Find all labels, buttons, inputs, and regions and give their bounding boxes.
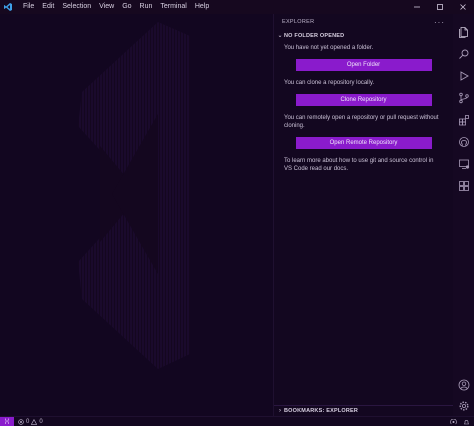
maximize-button[interactable] bbox=[428, 0, 451, 14]
section-no-folder[interactable]: ⌄ NO FOLDER OPENED bbox=[274, 30, 453, 41]
run-debug-icon[interactable] bbox=[456, 68, 471, 83]
error-icon bbox=[18, 418, 24, 425]
account-icon[interactable] bbox=[456, 377, 471, 392]
section-bookmarks[interactable]: › BOOKMARKS: EXPLORER bbox=[274, 405, 454, 416]
menu-file[interactable]: File bbox=[19, 0, 38, 14]
error-count: 0 bbox=[26, 418, 30, 425]
vscode-logo-icon bbox=[1, 0, 15, 14]
bookmarks-title: BOOKMARKS: EXPLORER bbox=[284, 408, 359, 414]
more-actions-icon[interactable]: ··· bbox=[434, 18, 445, 27]
grid-extensions-icon[interactable] bbox=[456, 178, 471, 193]
explorer-sidebar: EXPLORER ··· ⌄ NO FOLDER OPENED You have… bbox=[273, 14, 454, 416]
chevron-right-icon: › bbox=[279, 408, 281, 414]
notifications-icon[interactable] bbox=[463, 419, 470, 426]
vscode-watermark-icon bbox=[78, 22, 190, 369]
editor-area[interactable] bbox=[0, 14, 273, 416]
remote-explorer-icon[interactable] bbox=[456, 156, 471, 171]
warning-count: 0 bbox=[39, 418, 43, 425]
clone-repository-button[interactable]: Clone Repository bbox=[295, 94, 432, 106]
menu-bar: File Edit Selection View Go Run Terminal… bbox=[19, 0, 213, 14]
minimize-button[interactable] bbox=[405, 0, 428, 14]
explorer-icon[interactable] bbox=[456, 24, 471, 39]
close-button[interactable] bbox=[451, 0, 474, 14]
broadcast-icon[interactable] bbox=[450, 418, 457, 426]
search-icon[interactable] bbox=[456, 46, 471, 61]
source-control-icon[interactable] bbox=[456, 90, 471, 105]
activity-bar bbox=[453, 14, 474, 416]
no-folder-text: You have not yet opened a folder. bbox=[284, 45, 374, 51]
section-title: NO FOLDER OPENED bbox=[284, 32, 345, 39]
remote-icon: ⟩⟨ bbox=[4, 419, 10, 425]
remote-text: You can remotely open a repository or pu… bbox=[284, 115, 439, 129]
status-bar: ⟩⟨ 0 0 bbox=[0, 416, 474, 426]
open-folder-button[interactable]: Open Folder bbox=[295, 59, 432, 71]
extensions-icon[interactable] bbox=[456, 112, 471, 127]
maximize-icon bbox=[436, 4, 443, 10]
chevron-down-icon: ⌄ bbox=[277, 33, 283, 39]
menu-go[interactable]: Go bbox=[118, 0, 135, 14]
remote-indicator-button[interactable]: ⟩⟨ bbox=[0, 416, 14, 426]
menu-selection[interactable]: Selection bbox=[58, 0, 95, 14]
menu-terminal[interactable]: Terminal bbox=[156, 0, 190, 14]
menu-help[interactable]: Help bbox=[191, 0, 213, 14]
docs-text: To learn more about how to use git and s… bbox=[284, 158, 434, 172]
problems-status[interactable]: 0 0 bbox=[18, 418, 43, 425]
welcome-view: You have not yet opened a folder. Open F… bbox=[274, 44, 453, 173]
sidebar-header: EXPLORER ··· bbox=[274, 14, 453, 30]
clone-text: You can clone a repository locally. bbox=[284, 80, 375, 86]
menu-edit[interactable]: Edit bbox=[38, 0, 58, 14]
title-bar: File Edit Selection View Go Run Terminal… bbox=[0, 0, 474, 14]
close-icon bbox=[459, 4, 466, 10]
sidebar-title: EXPLORER bbox=[282, 19, 315, 25]
status-right bbox=[450, 417, 470, 426]
window-controls bbox=[405, 0, 474, 14]
minimize-icon bbox=[413, 6, 420, 8]
github-icon[interactable] bbox=[456, 134, 471, 149]
menu-view[interactable]: View bbox=[95, 0, 118, 14]
warning-icon bbox=[31, 418, 38, 425]
menu-run[interactable]: Run bbox=[136, 0, 157, 14]
settings-gear-icon[interactable] bbox=[456, 398, 471, 413]
open-remote-repository-button[interactable]: Open Remote Repository bbox=[295, 137, 432, 149]
